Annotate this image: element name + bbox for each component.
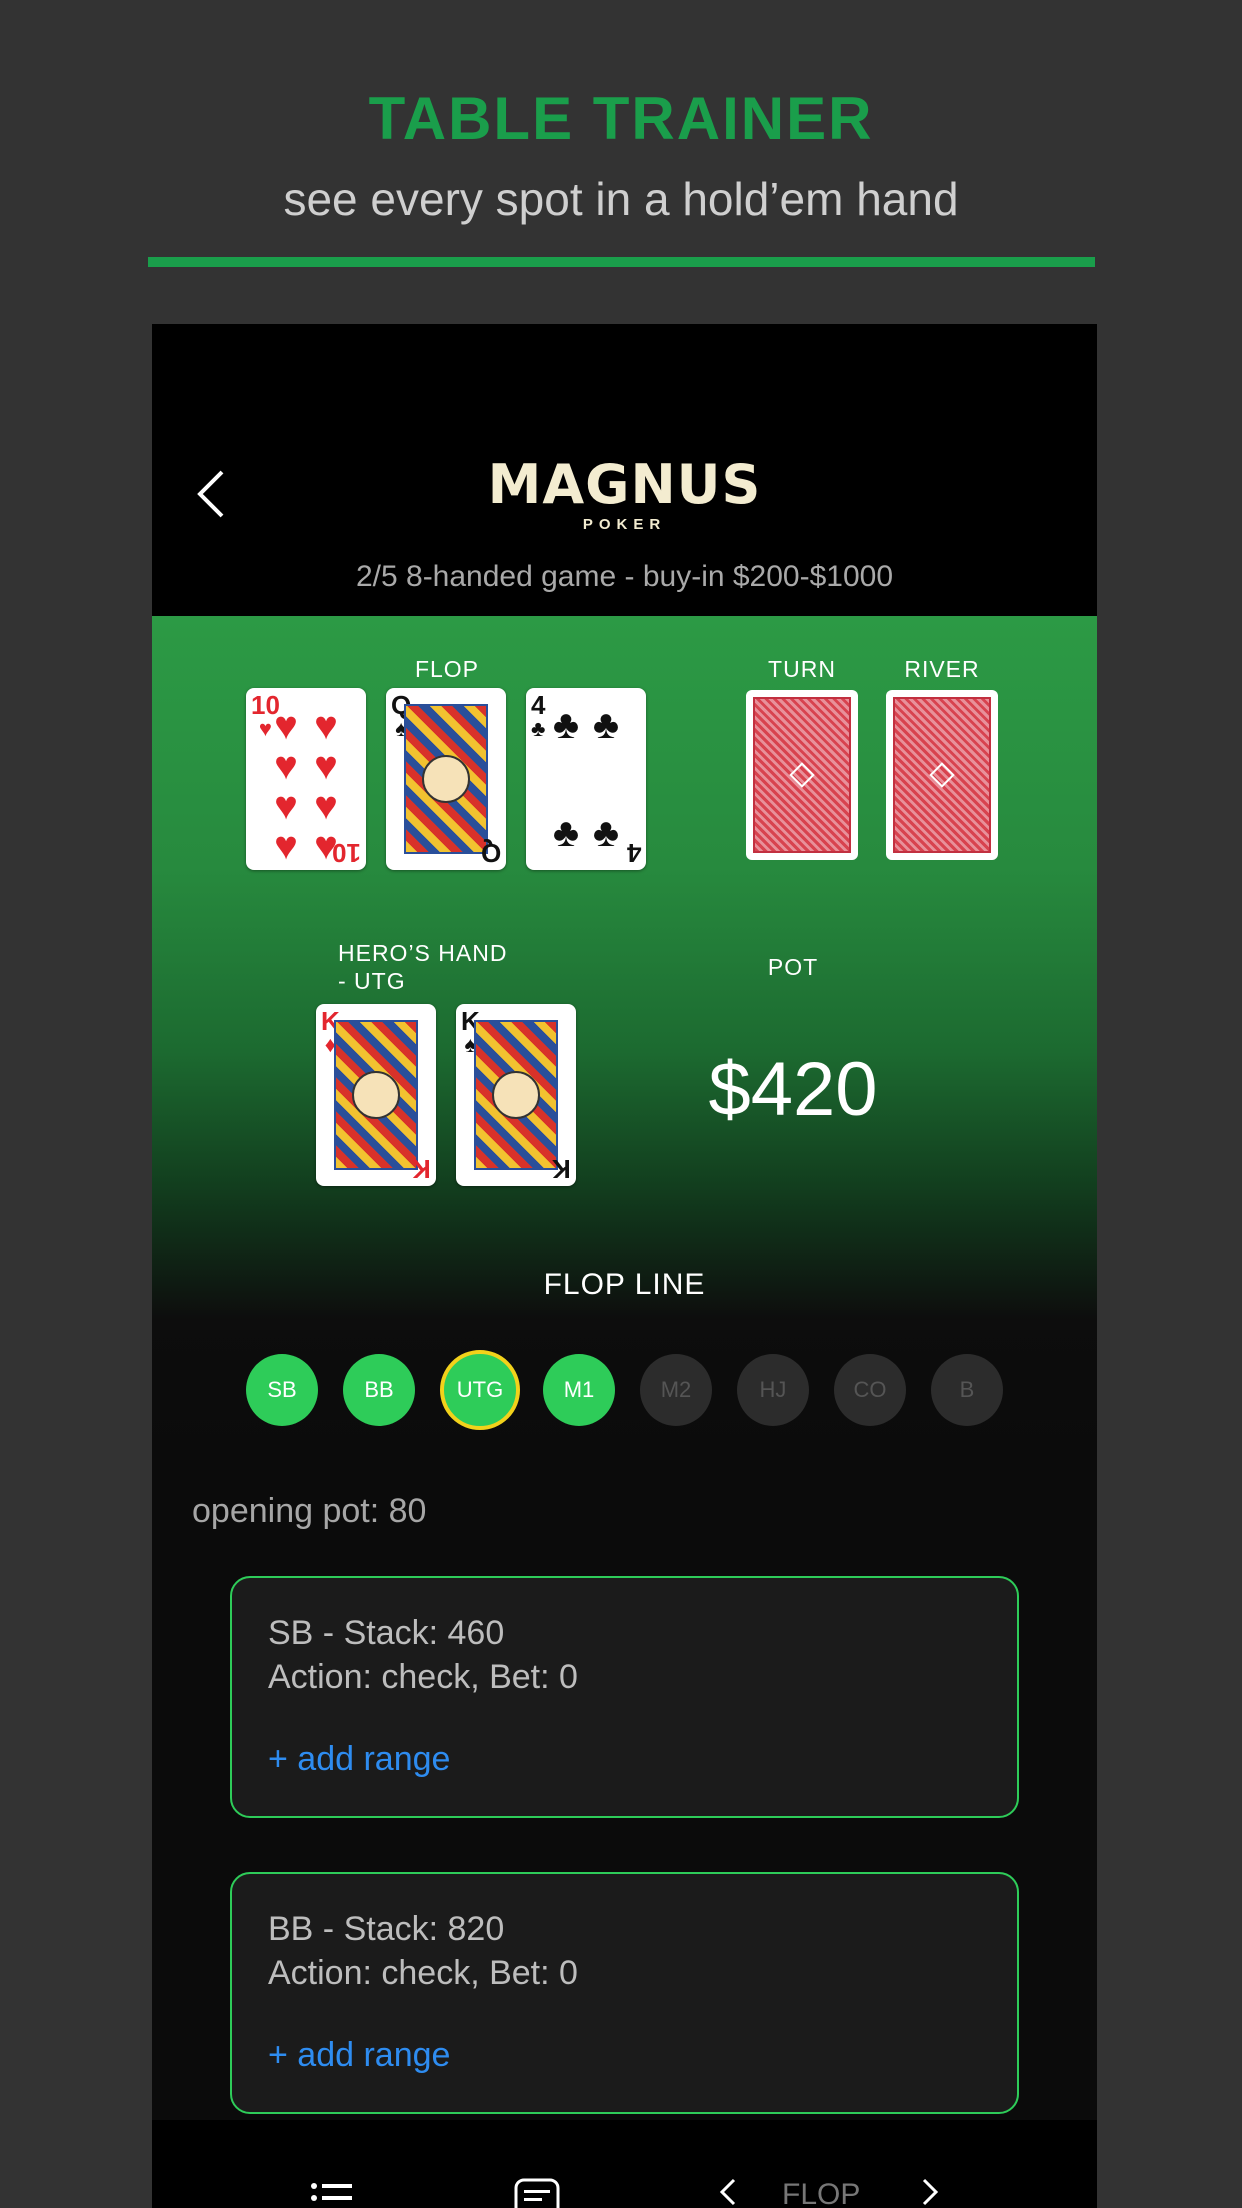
queen-face-art <box>404 704 488 854</box>
flop-card-3[interactable]: 4♣ ♣♣♣♣♣♣ 4 <box>526 688 646 870</box>
position-chip-m2[interactable]: M2 <box>640 1354 712 1426</box>
add-range-link[interactable]: + add range <box>268 2036 450 2075</box>
king-face-art <box>334 1020 418 1170</box>
notes-icon[interactable] <box>514 2178 560 2208</box>
flop-card-2[interactable]: Q ♠ Q <box>386 688 506 870</box>
hero-card-2[interactable]: K ♠ K <box>456 1004 576 1186</box>
logo-text: MAGNUS <box>487 453 762 516</box>
position-chip-b[interactable]: B <box>931 1354 1003 1426</box>
player-action: Action: check, Bet: 0 <box>268 1658 578 1696</box>
chevron-right-icon[interactable] <box>918 2176 942 2208</box>
king-face-art <box>474 1020 558 1170</box>
chevron-left-icon[interactable] <box>716 2176 740 2208</box>
player-stack: BB - Stack: 820 <box>268 1910 505 1948</box>
promo-subtitle: see every spot in a hold’em hand <box>283 173 959 225</box>
river-card-back[interactable] <box>886 690 998 860</box>
position-chip-utg[interactable]: UTG <box>440 1350 520 1430</box>
game-info: 2/5 8-handed game - buy-in $200-$1000 <box>355 560 894 593</box>
app-logo: MAGNUS POKER <box>152 453 1097 534</box>
phone-screen: MAGNUS POKER 2/5 8-handed game - buy-in … <box>152 324 1097 2208</box>
heart-pips: ♥ ♥ ♥ ♥ ♥ ♥ ♥ ♥ <box>274 704 338 868</box>
club-icon: ♣ <box>531 716 546 741</box>
flop-label: FLOP <box>414 656 480 682</box>
position-chip-hj[interactable]: HJ <box>737 1354 809 1426</box>
player-action: Action: check, Bet: 0 <box>268 1954 578 1992</box>
pot-label: POT <box>767 954 819 980</box>
promo-divider <box>148 257 1095 267</box>
position-chip-sb[interactable]: SB <box>246 1354 318 1426</box>
bottom-toolbar: FLOP <box>152 2120 1097 2208</box>
flop-card-1[interactable]: 10 ♥ ♥ ♥ ♥ ♥ ♥ ♥ ♥ ♥ 10 <box>246 688 366 870</box>
add-range-link[interactable]: + add range <box>268 1740 450 1779</box>
player-card-bb[interactable]: BB - Stack: 820 Action: check, Bet: 0 + … <box>230 1872 1019 2114</box>
pot-amount: $420 <box>708 1047 878 1132</box>
position-chip-m1[interactable]: M1 <box>543 1354 615 1426</box>
hero-hand-label: HERO’S HAND - UTG <box>338 940 508 994</box>
street-stage-label: FLOP <box>782 2178 861 2208</box>
list-icon[interactable] <box>310 2182 354 2208</box>
river-label: RIVER <box>904 656 980 682</box>
promo-title: TABLE TRAINER <box>368 85 874 152</box>
street-line-title: FLOP LINE <box>543 1268 706 1301</box>
club-pips: ♣♣♣♣♣♣ <box>552 703 620 855</box>
opening-pot: opening pot: 80 <box>192 1492 427 1530</box>
player-stack: SB - Stack: 460 <box>268 1614 505 1652</box>
turn-card-back[interactable] <box>746 690 858 860</box>
hero-card-1[interactable]: K ♦ K <box>316 1004 436 1186</box>
position-chip-co[interactable]: CO <box>834 1354 906 1426</box>
turn-label: TURN <box>768 656 836 682</box>
position-chip-bb[interactable]: BB <box>343 1354 415 1426</box>
player-card-sb[interactable]: SB - Stack: 460 Action: check, Bet: 0 + … <box>230 1576 1019 1818</box>
logo-subtext: POKER <box>582 516 667 533</box>
